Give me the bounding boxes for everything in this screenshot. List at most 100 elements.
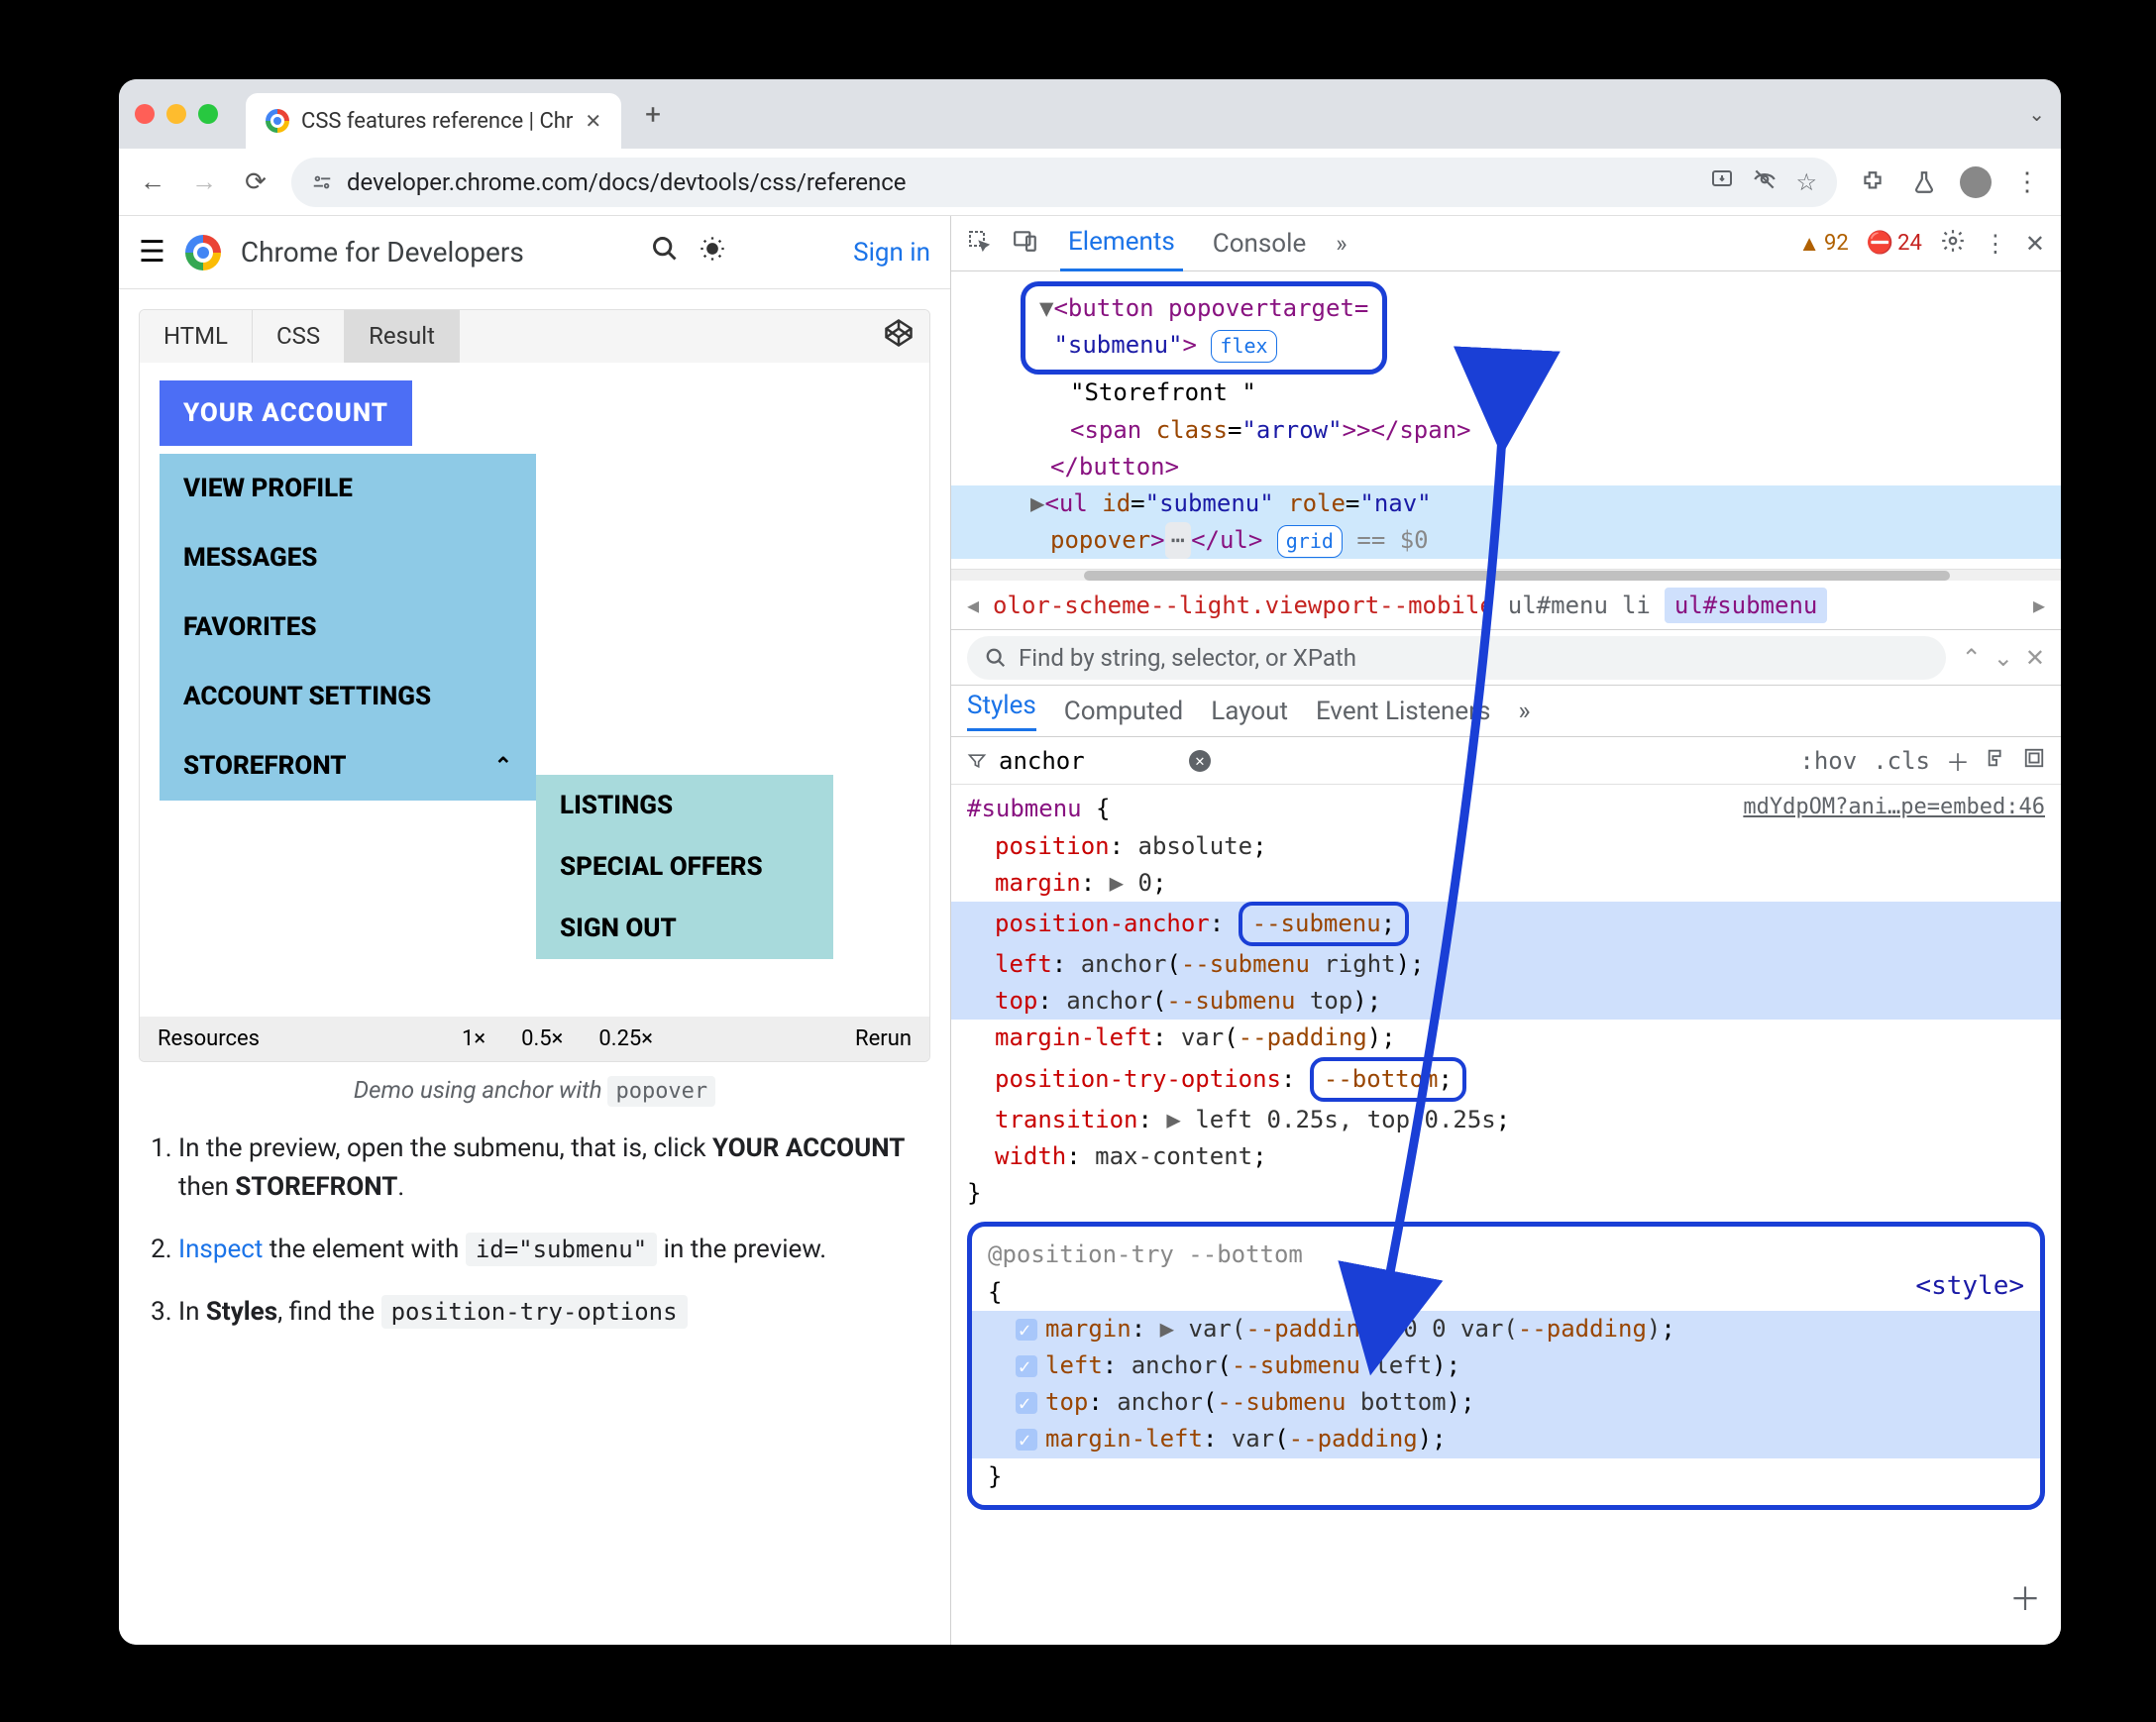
breadcrumb-item[interactable]: li <box>1622 592 1651 619</box>
search-prev-icon[interactable]: ⌃ <box>1962 644 1982 672</box>
search-icon <box>985 647 1007 669</box>
source-link[interactable]: mdYdpOM?ani…pe=embed:46 <box>1743 791 2045 824</box>
zoom-1x[interactable]: 1× <box>444 1017 503 1061</box>
tabs-dropdown-icon[interactable]: ⌄ <box>2028 102 2045 126</box>
settings-icon[interactable] <box>1940 228 1966 260</box>
site-settings-icon[interactable] <box>311 171 333 193</box>
inspect-link[interactable]: Inspect <box>178 1235 263 1264</box>
tab-computed[interactable]: Computed <box>1064 697 1183 726</box>
sign-in-link[interactable]: Sign in <box>853 238 930 268</box>
more-tabs-icon[interactable]: » <box>1336 230 1347 258</box>
menu-item-storefront[interactable]: STOREFRONT⌃ <box>160 731 536 801</box>
style-source-link[interactable]: <style> <box>1915 1266 2024 1306</box>
computed-panel-icon[interactable] <box>2023 747 2045 775</box>
selected-dom-node[interactable]: ▶<ul id="submenu" role="nav" popover>⋯</… <box>951 485 2061 559</box>
incognito-icon[interactable] <box>1752 166 1778 198</box>
tab-elements[interactable]: Elements <box>1060 216 1183 271</box>
collapsed-dots-icon[interactable]: ⋯ <box>1165 522 1191 559</box>
zoom-05x[interactable]: 0.5× <box>503 1017 581 1061</box>
menu-item[interactable]: VIEW PROFILE <box>160 454 536 523</box>
horizontal-scrollbar[interactable] <box>951 569 2061 581</box>
menu-item[interactable]: SIGN OUT <box>536 898 833 959</box>
profile-avatar[interactable] <box>1960 166 1992 198</box>
menu-icon[interactable]: ☰ <box>139 235 165 269</box>
tab-console[interactable]: Console <box>1205 217 1314 270</box>
zoom-025x[interactable]: 0.25× <box>581 1017 671 1061</box>
more-subtabs-icon[interactable]: » <box>1518 697 1530 726</box>
install-app-icon[interactable] <box>1710 167 1734 197</box>
menu-item[interactable]: MESSAGES <box>160 523 536 592</box>
checkbox-icon[interactable] <box>1016 1429 1037 1451</box>
reload-button[interactable]: ⟳ <box>240 166 271 198</box>
grid-badge[interactable]: grid <box>1277 525 1343 558</box>
devtools-menu-icon[interactable]: ⋮ <box>1984 230 2007 258</box>
rerun-button[interactable]: Rerun <box>837 1017 929 1061</box>
new-tab-button[interactable]: + <box>645 98 661 131</box>
breadcrumb-prev-icon[interactable]: ◀ <box>967 593 979 617</box>
menu-item[interactable]: FAVORITES <box>160 592 536 662</box>
back-button[interactable]: ← <box>137 166 168 198</box>
breadcrumb-selected[interactable]: ul#submenu <box>1665 588 1828 623</box>
theme-toggle-icon[interactable] <box>699 235 726 269</box>
paint-icon[interactable] <box>1986 747 2007 775</box>
breadcrumb-next-icon[interactable]: ▶ <box>2033 593 2045 617</box>
tab-event-listeners[interactable]: Event Listeners <box>1316 697 1490 726</box>
bookmark-icon[interactable]: ☆ <box>1795 168 1817 196</box>
extensions-icon[interactable] <box>1857 166 1888 198</box>
add-rule-icon[interactable]: ＋ <box>2009 1575 2041 1625</box>
forward-button[interactable]: → <box>188 166 220 198</box>
breadcrumb-item[interactable]: ul#menu <box>1508 592 1608 619</box>
tab-layout[interactable]: Layout <box>1211 697 1288 726</box>
close-devtools-icon[interactable]: ✕ <box>2025 230 2045 258</box>
inspect-element-icon[interactable] <box>967 229 991 259</box>
codepen-icon[interactable] <box>868 310 929 363</box>
css-rules-pane[interactable]: mdYdpOM?ani…pe=embed:46 #submenu { posit… <box>951 785 2061 1645</box>
caret-up-icon: ⌃ <box>494 754 512 779</box>
maximize-window-button[interactable] <box>198 104 218 124</box>
minimize-window-button[interactable] <box>166 104 186 124</box>
search-nav: ⌃ ⌄ ✕ <box>1962 644 2045 672</box>
demo-embed: HTML CSS Result YOUR ACCOUNT VIEW PROFIL… <box>139 309 930 1062</box>
labs-icon[interactable] <box>1908 166 1940 198</box>
omnibox[interactable]: developer.chrome.com/docs/devtools/css/r… <box>291 158 1837 207</box>
close-window-button[interactable] <box>135 104 155 124</box>
search-close-icon[interactable]: ✕ <box>2025 644 2045 672</box>
menu-item[interactable]: LISTINGS <box>536 775 833 836</box>
cls-toggle[interactable]: .cls <box>1873 747 1930 775</box>
dom-tree[interactable]: ▼<button popovertarget= "submenu"> flex … <box>951 271 2061 569</box>
titlebar: CSS features reference | Chr ✕ + ⌄ <box>119 79 2061 149</box>
clear-filter-icon[interactable]: ✕ <box>1189 750 1211 772</box>
menu-item[interactable]: ACCOUNT SETTINGS <box>160 662 536 731</box>
close-tab-icon[interactable]: ✕ <box>585 109 601 133</box>
errors-badge[interactable]: ⛔ 24 <box>1867 231 1922 256</box>
demo-result: YOUR ACCOUNT VIEW PROFILE MESSAGES FAVOR… <box>140 363 929 1017</box>
checkbox-icon[interactable] <box>1016 1392 1037 1414</box>
search-next-icon[interactable]: ⌄ <box>1994 644 2013 672</box>
demo-caption: Demo using anchor with popover <box>119 1062 950 1118</box>
flex-badge[interactable]: flex <box>1211 330 1276 363</box>
checkbox-icon[interactable] <box>1016 1355 1037 1377</box>
tab-styles[interactable]: Styles <box>967 691 1036 731</box>
device-toolbar-icon[interactable] <box>1013 228 1038 260</box>
breadcrumb-item[interactable]: olor-scheme--light.viewport--mobile <box>993 592 1494 619</box>
search-icon[interactable] <box>651 235 679 269</box>
resources-link[interactable]: Resources <box>140 1017 277 1061</box>
tab-html[interactable]: HTML <box>140 310 253 363</box>
chrome-menu-icon[interactable]: ⋮ <box>2011 166 2043 198</box>
your-account-button[interactable]: YOUR ACCOUNT <box>160 380 412 446</box>
hov-toggle[interactable]: :hov <box>1799 747 1857 775</box>
annotation-anchor-value: --submenu; <box>1239 902 1410 946</box>
filter-input[interactable] <box>999 747 1177 775</box>
menu-item[interactable]: SPECIAL OFFERS <box>536 836 833 898</box>
tab-result[interactable]: Result <box>345 310 460 363</box>
rendered-page: ☰ Chrome for Developers Sign in HTML CSS… <box>119 216 951 1645</box>
tab-css[interactable]: CSS <box>253 310 345 363</box>
warnings-badge[interactable]: ▲ 92 <box>1798 231 1849 257</box>
search-input-wrapper[interactable]: Find by string, selector, or XPath <box>967 636 1946 680</box>
browser-tab[interactable]: CSS features reference | Chr ✕ <box>246 93 621 149</box>
annotation-dom-highlight: ▼<button popovertarget= "submenu"> flex <box>1021 281 1387 375</box>
step-3: In Styles, find the position-try-options <box>178 1281 920 1344</box>
new-rule-icon[interactable]: ＋ <box>1946 743 1970 778</box>
filter-icon <box>967 751 987 771</box>
checkbox-icon[interactable] <box>1016 1319 1037 1341</box>
